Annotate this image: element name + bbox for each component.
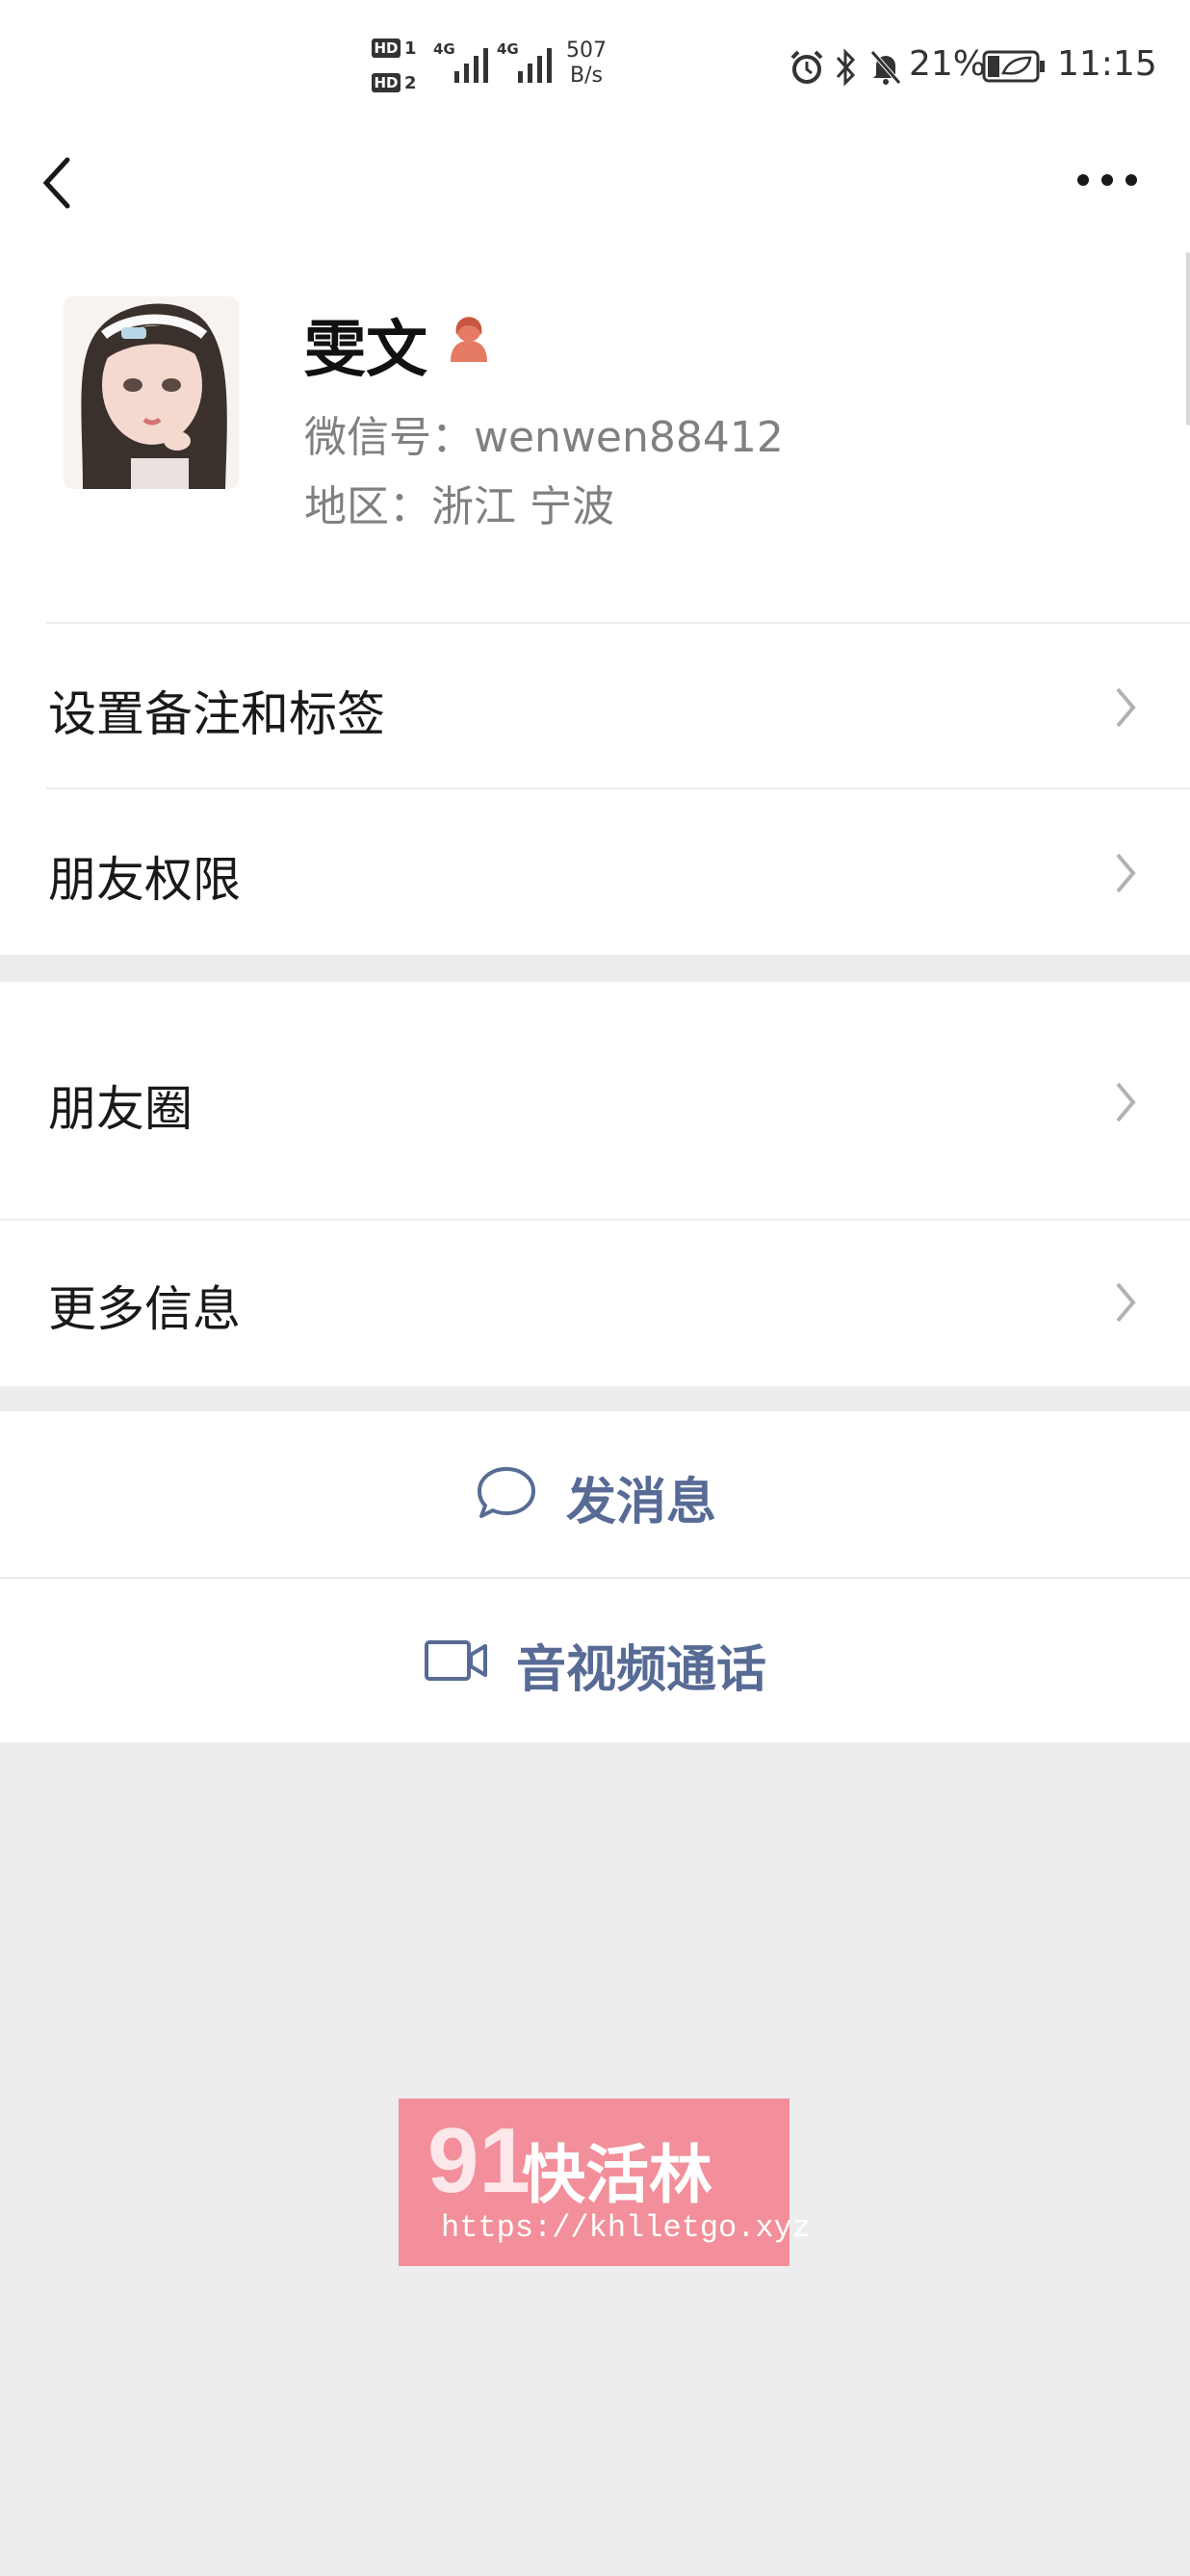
watermark-text: 快活林 (522, 2138, 712, 2212)
moments-label: 朋友圈 (48, 1081, 193, 1137)
alarm-icon (790, 50, 823, 84)
network-speed-value: 507 (566, 39, 607, 63)
network-type-2: 4G (497, 40, 519, 58)
divider (46, 622, 1190, 624)
sim-2-label: 2 (404, 73, 417, 93)
back-arrow-icon[interactable] (39, 154, 87, 212)
avatar[interactable] (64, 296, 239, 489)
more-info-label: 更多信息 (48, 1281, 241, 1337)
video-call-button[interactable]: 音视频通话 (0, 1579, 1190, 1742)
clock: 11:15 (1057, 44, 1157, 84)
watermark-url: https://khlletgo.xyz (441, 2210, 812, 2246)
chevron-right-icon (1116, 687, 1136, 728)
moments-row[interactable]: 朋友圈 (0, 982, 1190, 1219)
scrollbar[interactable] (1186, 252, 1190, 425)
signal-bars-1-icon (454, 42, 488, 83)
chevron-right-icon (1116, 853, 1136, 893)
section-gap (0, 955, 1190, 982)
video-camera-icon (425, 1640, 487, 1681)
set-remark-and-tags-row[interactable]: 设置备注和标签 (0, 626, 1190, 789)
friend-permissions-label: 朋友权限 (48, 852, 241, 908)
watermark-logo: 91 快活林 https://khlletgo.xyz (399, 2099, 811, 2266)
network-speed: 507 B/s (566, 39, 607, 89)
send-message-button[interactable]: 发消息 (0, 1411, 1190, 1577)
more-options-icon[interactable] (1074, 164, 1141, 196)
contact-name: 雯文 (304, 315, 427, 386)
chevron-right-icon (1116, 1282, 1136, 1323)
section-gap (0, 1386, 1190, 1411)
mute-bell-icon (870, 50, 901, 85)
female-gender-icon (451, 317, 487, 362)
video-call-label: 音视频通话 (516, 1641, 767, 1699)
sim-1-label: 1 (404, 39, 417, 59)
battery-percent: 21% (909, 44, 987, 84)
hd-badge-2: HD (372, 73, 401, 92)
chevron-right-icon (1116, 1082, 1136, 1122)
friend-permissions-row[interactable]: 朋友权限 (0, 791, 1190, 955)
more-info-row[interactable]: 更多信息 (0, 1221, 1190, 1386)
watermark-number: 91 (427, 2109, 530, 2212)
bluetooth-icon (836, 48, 856, 87)
chat-bubble-icon (478, 1467, 535, 1518)
status-bar: HD 1 HD 2 4G 4G 507 B/s 21% 11:15 (0, 0, 1190, 135)
hd-badge-1: HD (372, 39, 401, 58)
send-message-label: 发消息 (566, 1474, 717, 1532)
signal-bars-2-icon (518, 42, 552, 83)
battery-icon (982, 50, 1045, 83)
network-speed-unit: B/s (570, 64, 603, 88)
set-remark-label: 设置备注和标签 (48, 686, 385, 742)
region: 地区：浙江 宁波 (304, 482, 614, 531)
wechat-id: 微信号：wenwen88412 (304, 413, 784, 462)
divider (46, 787, 1190, 789)
network-type-1: 4G (433, 40, 455, 58)
